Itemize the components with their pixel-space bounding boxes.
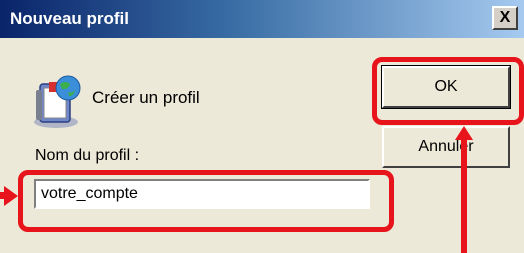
profile-folder-icon xyxy=(34,75,81,128)
cancel-button[interactable]: Annuler xyxy=(382,126,510,168)
ok-button[interactable]: OK xyxy=(381,65,511,109)
profile-name-input[interactable] xyxy=(34,179,370,209)
title-bar[interactable]: Nouveau profil X xyxy=(0,0,524,38)
close-button[interactable]: X xyxy=(492,6,518,30)
create-profile-label: Créer un profil xyxy=(92,88,200,107)
window-title: Nouveau profil xyxy=(10,9,130,28)
profile-name-label: Nom du profil : xyxy=(35,147,140,164)
new-profile-dialog: Nouveau profil X Créer un profil Nom du … xyxy=(0,0,524,253)
close-icon: X xyxy=(499,9,511,26)
